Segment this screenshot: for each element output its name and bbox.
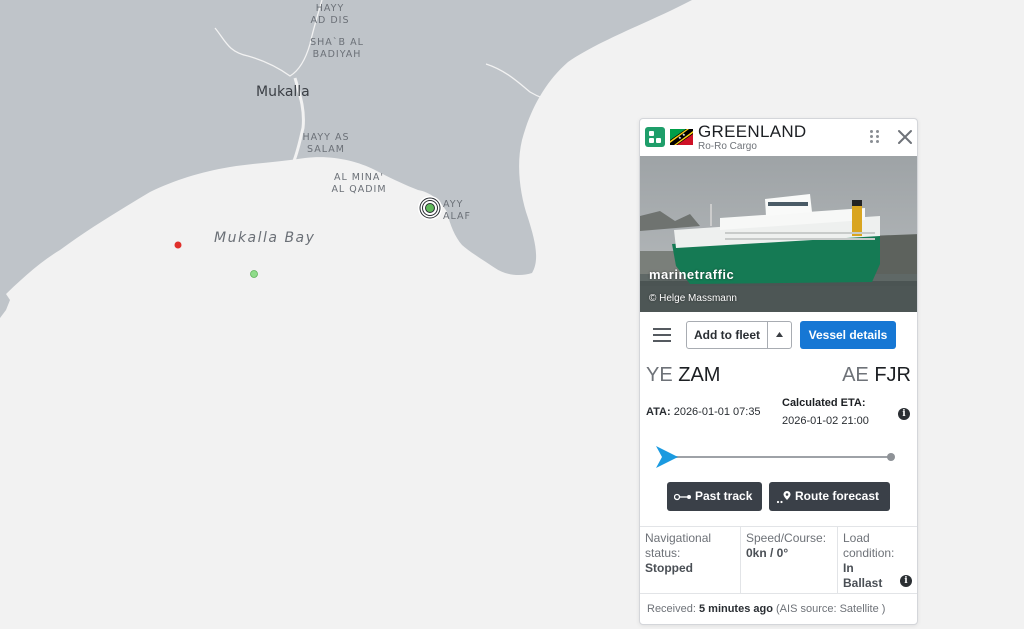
vessel-marker-red	[174, 241, 182, 249]
vessel-type: Ro-Ro Cargo	[698, 141, 757, 152]
speed-course-value: 0kn / 0°	[746, 546, 789, 560]
load-condition-info-icon[interactable]: i	[900, 575, 912, 587]
map-label-hayy-ad-dis: HAYY AD DIS	[310, 3, 350, 26]
speed-course-cell: Speed/Course: 0kn / 0°	[741, 527, 838, 594]
selected-vessel-marker	[418, 196, 442, 220]
drag-handle-icon[interactable]	[869, 129, 881, 145]
received-label: Received:	[647, 603, 696, 615]
ata: ATA: 2026-01-01 07:35	[646, 406, 761, 418]
add-to-fleet-button[interactable]: Add to fleet	[686, 321, 768, 349]
vessel-name: GREENLAND	[698, 122, 807, 141]
flag-icon: ★ ★	[670, 129, 693, 145]
photo-credit: © Helge Massmann	[649, 293, 737, 304]
nav-status-cell: Navigational status: Stopped	[640, 527, 741, 594]
nav-status-label: Navigational status:	[645, 531, 712, 560]
origin-port[interactable]: YE ZAM	[646, 364, 720, 387]
ais-source: (AIS source: Satellite )	[776, 603, 886, 615]
vessel-details-button[interactable]: Vessel details	[800, 321, 896, 349]
menu-icon[interactable]	[653, 328, 671, 342]
vessel-marker-green	[250, 270, 258, 278]
vessel-photo-image	[640, 156, 917, 312]
add-to-fleet-dropdown[interactable]	[767, 321, 792, 349]
received-info: Received: 5 minutes ago (AIS source: Sat…	[647, 603, 885, 615]
destination-dot	[887, 453, 895, 461]
past-track-label: Past track	[695, 489, 753, 503]
origin-country: YE	[646, 364, 673, 386]
destination-country: AE	[842, 364, 869, 386]
map-label-hayy-as-salam: HAYY AS SALAM	[302, 132, 350, 155]
map-label-mukalla: Mukalla	[256, 84, 310, 100]
ata-label: ATA:	[646, 406, 671, 418]
map-label-hayy-khalaf: AYY ALAF	[443, 199, 471, 222]
vessel-card: ★ ★ GREENLAND Ro-Ro Cargo marinetraffic …	[639, 118, 918, 625]
past-track-icon	[673, 493, 691, 500]
close-icon[interactable]	[895, 127, 915, 147]
load-condition-value: In Ballast	[843, 561, 883, 590]
map-label-al-mina-al-qadim: AL MINA' AL QADIM	[331, 172, 387, 195]
vessel-status-grid: Navigational status: Stopped Speed/Cours…	[640, 526, 917, 594]
vessel-photo[interactable]: marinetraffic © Helge Massmann	[640, 156, 917, 312]
received-value: 5 minutes ago	[698, 603, 773, 615]
destination-port-code: FJR	[874, 364, 911, 386]
origin-port-code: ZAM	[678, 364, 721, 386]
eta-info-icon[interactable]: i	[898, 408, 910, 420]
destination-port[interactable]: AE FJR	[842, 364, 911, 387]
marinetraffic-watermark: marinetraffic	[649, 267, 735, 282]
eta-value: 2026-01-02 21:00	[782, 415, 869, 427]
vessel-category-icon	[645, 127, 665, 147]
map-label-shab-al-badiyah: SHA`B AL BADIYAH	[310, 37, 364, 60]
svg-text:★: ★	[682, 132, 686, 137]
ata-value: 2026-01-01 07:35	[673, 406, 761, 418]
route-forecast-icon	[776, 490, 791, 503]
voyage-progress	[656, 446, 895, 468]
speed-course-label: Speed/Course:	[746, 531, 827, 545]
past-track-button[interactable]: Past track	[667, 482, 762, 511]
vessel-position-arrow	[656, 446, 678, 468]
route-forecast-button[interactable]: Route forecast	[769, 482, 890, 511]
eta-label: Calculated ETA:	[782, 397, 866, 409]
load-condition-label: Load condition:	[843, 531, 895, 560]
route-forecast-label: Route forecast	[795, 489, 880, 503]
nav-status-value: Stopped	[645, 561, 693, 575]
caret-up-icon	[776, 332, 783, 337]
map-label-mukalla-bay: Mukalla Bay	[214, 230, 316, 246]
card-header: ★ ★ GREENLAND Ro-Ro Cargo	[640, 119, 917, 156]
